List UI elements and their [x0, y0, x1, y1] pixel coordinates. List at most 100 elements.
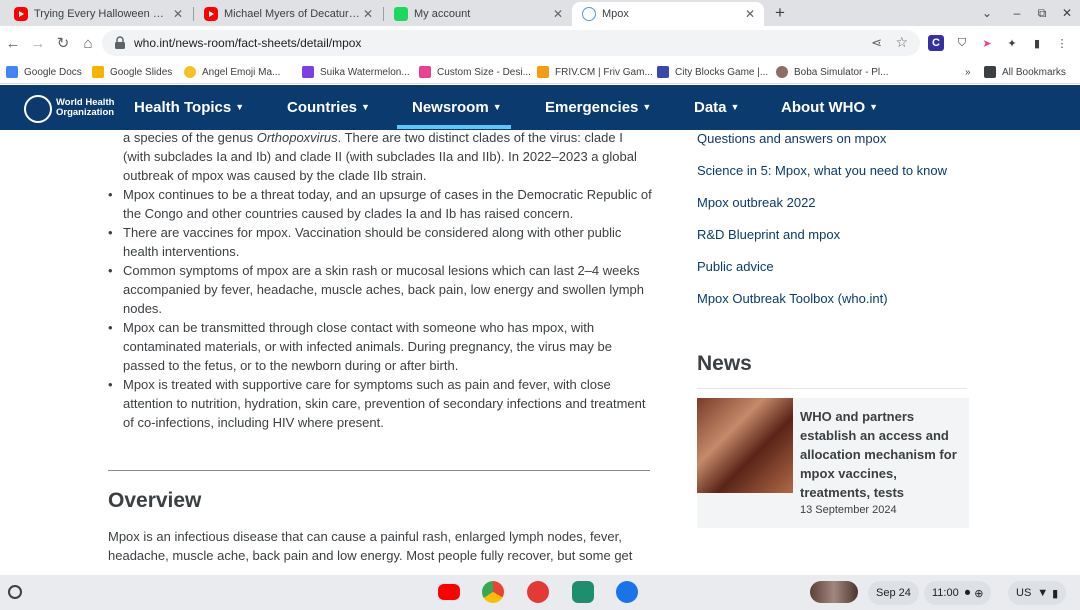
extension-arrow-icon[interactable]: ➤	[979, 35, 995, 51]
city-blocks-icon	[657, 66, 669, 78]
bookmark-label: Google Slides	[110, 66, 173, 78]
bookmark-label: Suika Watermelon...	[320, 66, 410, 78]
tab-strip: Trying Every Halloween Candy F ✕ Michael…	[0, 0, 1080, 26]
nav-emergencies[interactable]: Emergencies ▼	[545, 99, 651, 116]
nav-health-topics[interactable]: Health Topics ▼	[134, 99, 244, 116]
classroom-app-icon[interactable]	[572, 581, 594, 603]
tab-halloween-candy[interactable]: Trying Every Halloween Candy F ✕	[4, 2, 192, 26]
folder-icon	[984, 66, 996, 78]
who-logo-line: Organization	[56, 107, 115, 118]
bookmark-custom-size[interactable]: Custom Size - Desi...	[419, 64, 531, 80]
link-outbreak-2022[interactable]: Mpox outbreak 2022	[697, 195, 816, 210]
chevron-down-icon: ▼	[642, 102, 652, 112]
notification-tray[interactable]: 11:00 ⏺ ⊕	[924, 581, 992, 605]
bookmark-city-blocks[interactable]: City Blocks Game |...	[657, 64, 768, 80]
address-bar[interactable]: who.int/news-room/fact-sheets/detail/mpo…	[102, 30, 920, 56]
record-icon: ⏺	[964, 586, 971, 599]
list-item: Mpox can be transmitted through close co…	[108, 318, 653, 375]
nav-label: Countries	[287, 99, 358, 116]
close-icon[interactable]: ✕	[360, 6, 376, 22]
site-info-icon[interactable]	[114, 36, 126, 50]
nav-newsroom[interactable]: Newsroom ▼	[412, 99, 502, 116]
shield-icon[interactable]: ⛉	[954, 35, 970, 51]
side-panel-icon[interactable]: ▮	[1029, 35, 1045, 51]
news-thumbnail[interactable]	[697, 398, 793, 493]
nav-about-who[interactable]: About WHO ▼	[781, 99, 878, 116]
forward-arrow-icon[interactable]: →	[28, 33, 48, 53]
wifi-icon: ▼	[1037, 587, 1049, 599]
bookmark-google-slides[interactable]: Google Slides	[92, 64, 172, 80]
bookmark-friv[interactable]: FRIV.CM | Friv Gam...	[537, 64, 653, 80]
launcher-icon[interactable]	[8, 585, 22, 599]
link-outbreak-toolbox[interactable]: Mpox Outbreak Toolbox (who.int)	[697, 291, 888, 306]
nav-countries[interactable]: Countries ▼	[287, 99, 370, 116]
bullet-continuation: a species of the genus Orthopoxvirus. Th…	[123, 130, 653, 185]
tab-title: My account	[414, 8, 471, 20]
list-item: Mpox is treated with supportive care for…	[108, 375, 653, 432]
extension-c-icon[interactable]: C	[928, 35, 944, 51]
close-icon[interactable]: ✕	[550, 6, 566, 22]
camera-app-icon[interactable]	[616, 581, 638, 603]
home-icon[interactable]: ⌂	[78, 33, 98, 53]
bookmark-label: Custom Size - Desi...	[437, 66, 531, 78]
nav-data[interactable]: Data ▼	[694, 99, 739, 116]
nav-label: Data	[694, 99, 727, 116]
section-divider	[108, 470, 650, 471]
nav-label: About WHO	[781, 99, 866, 116]
nav-label: Health Topics	[134, 99, 232, 116]
holding-space-icon[interactable]	[810, 581, 858, 603]
bookmark-google-docs[interactable]: Google Docs	[6, 64, 82, 80]
news-card[interactable]: WHO and partners establish an access and…	[697, 398, 969, 528]
tab-michael-myers[interactable]: Michael Myers of Decatur - YouT ✕	[194, 2, 382, 26]
art-app-icon[interactable]	[527, 581, 549, 603]
chevron-down-icon: ▼	[361, 102, 370, 112]
page-content: a species of the genus Orthopoxvirus. Th…	[0, 130, 1080, 575]
tab-mpox[interactable]: Mpox ✕	[572, 2, 764, 26]
tab-search-icon[interactable]: ⌄	[978, 4, 996, 22]
new-tab-button[interactable]: +	[770, 3, 790, 23]
docs-icon	[6, 66, 18, 78]
bookmark-label: Google Docs	[24, 66, 82, 78]
reload-icon[interactable]: ↻	[53, 33, 73, 53]
news-title[interactable]: WHO and partners establish an access and…	[800, 407, 965, 502]
more-menu-icon[interactable]: ⋮	[1054, 35, 1070, 51]
puzzle-piece-icon[interactable]: ✦	[1004, 35, 1020, 51]
bookmark-star-icon[interactable]: ☆	[895, 34, 908, 51]
youtube-app-icon[interactable]	[438, 584, 460, 600]
clock-time: 11:00	[932, 587, 959, 599]
input-method-label: US	[1016, 587, 1032, 599]
who-logo-text[interactable]: World Health Organization	[56, 98, 114, 118]
back-arrow-icon[interactable]: ←	[3, 33, 23, 53]
bookmarks-overflow-icon[interactable]: »	[965, 64, 971, 80]
list-item: There are vaccines for mpox. Vaccination…	[108, 223, 653, 261]
who-navbar: World Health Organization Health Topics ▼…	[0, 85, 1080, 130]
os-shelf: Sep 24 11:00 ⏺ ⊕ US ▼ ▮	[0, 575, 1080, 610]
add-icon: ⊕	[974, 587, 984, 600]
system-tray[interactable]: US ▼ ▮	[1008, 581, 1067, 605]
date-tray[interactable]: Sep 24	[868, 581, 919, 605]
tab-my-account[interactable]: My account ✕	[384, 2, 572, 26]
nav-label: Emergencies	[545, 99, 639, 116]
restore-icon[interactable]: ⧉	[1033, 4, 1051, 22]
bookmark-label: FRIV.CM | Friv Gam...	[555, 66, 653, 78]
who-emblem-icon[interactable]	[24, 95, 52, 123]
bookmark-suika[interactable]: Suika Watermelon...	[302, 64, 410, 80]
list-item: Common symptoms of mpox are a skin rash …	[108, 261, 653, 318]
share-icon[interactable]: ⋖	[871, 35, 882, 51]
chrome-app-icon[interactable]	[482, 581, 504, 603]
close-icon[interactable]: ✕	[742, 6, 758, 22]
design-icon	[419, 66, 431, 78]
bookmark-label: City Blocks Game |...	[675, 66, 769, 78]
link-questions-answers[interactable]: Questions and answers on mpox	[697, 131, 886, 146]
bookmark-boba[interactable]: Boba Simulator - Pl...	[776, 64, 888, 80]
close-icon[interactable]: ✕	[170, 6, 186, 22]
link-science-in-5[interactable]: Science in 5: Mpox, what you need to kno…	[697, 163, 947, 178]
link-public-advice[interactable]: Public advice	[697, 259, 774, 274]
bookmark-angel-emoji[interactable]: Angel Emoji Ma...	[184, 64, 280, 80]
battery-icon: ▮	[1052, 587, 1059, 600]
link-rd-blueprint[interactable]: R&D Blueprint and mpox	[697, 227, 840, 242]
friv-icon	[537, 66, 549, 78]
all-bookmarks-button[interactable]: All Bookmarks	[984, 64, 1066, 80]
window-close-icon[interactable]: ✕	[1058, 4, 1076, 22]
minimize-icon[interactable]: –	[1008, 4, 1026, 22]
